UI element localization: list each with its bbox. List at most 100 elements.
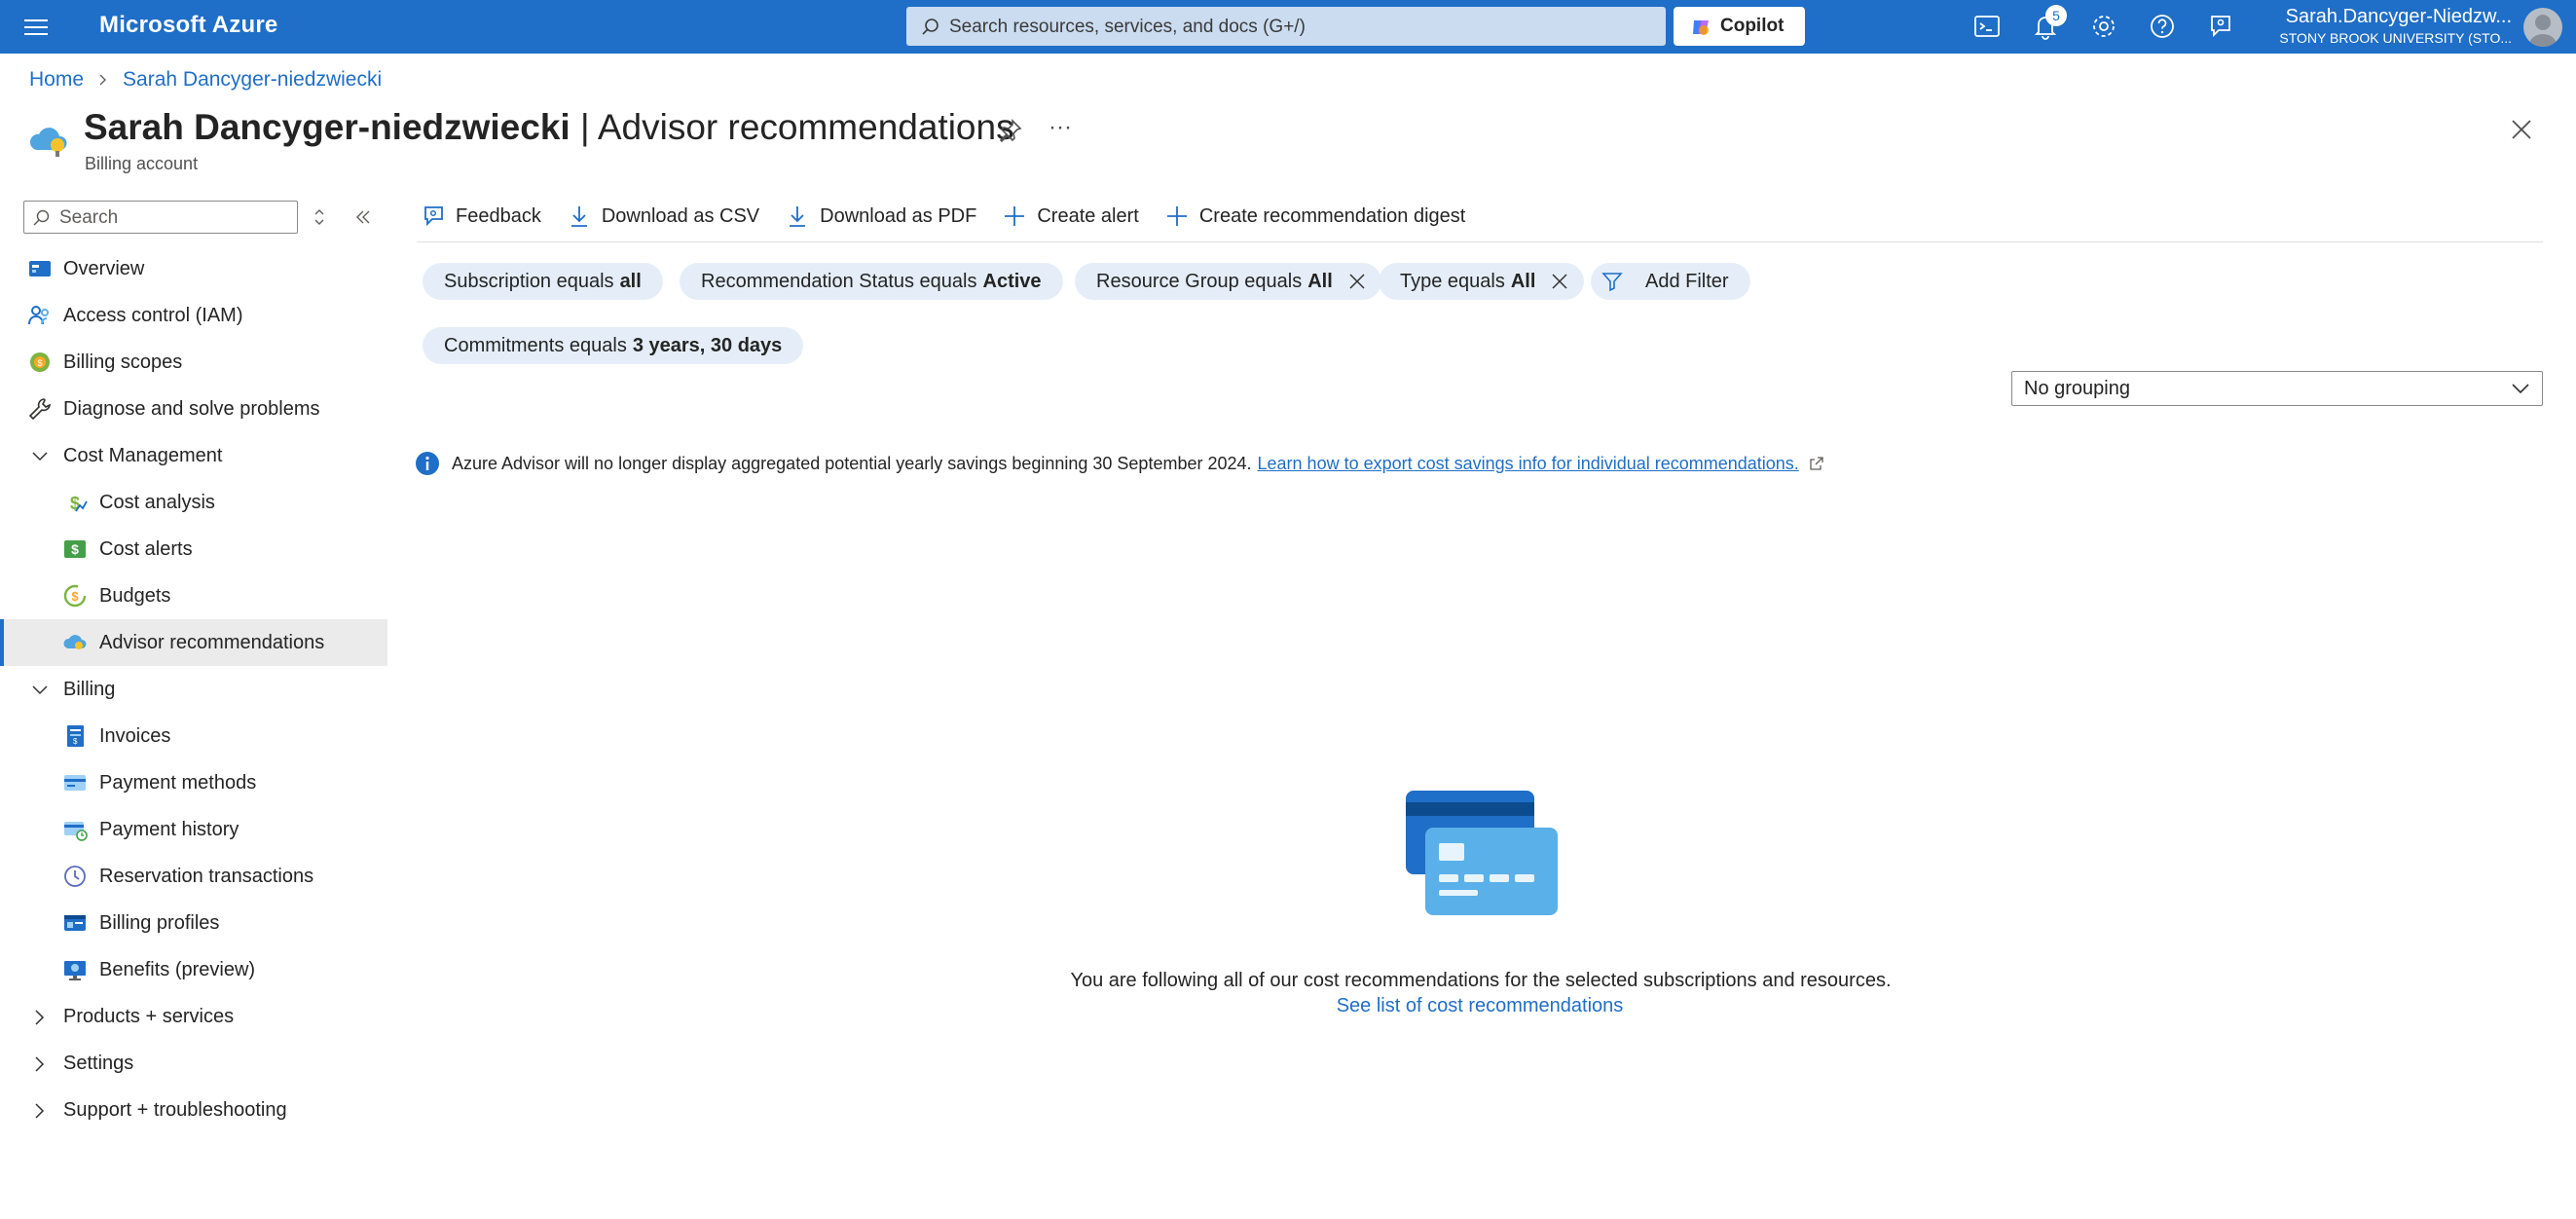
chevron-right-icon [35,1103,45,1119]
hamburger-menu-icon[interactable] [21,13,51,42]
sidebar-item-reservation-transactions[interactable]: Reservation transactions [0,853,387,900]
account-organization[interactable]: STONY BROOK UNIVERSITY (STO... [2279,30,2512,46]
plus-icon [1166,206,1187,226]
sidebar-search-input[interactable]: Search [23,201,298,234]
feedback-person-icon[interactable] [2206,12,2235,41]
page-subtitle: Billing account [85,154,199,173]
sidebar-item-diagnose[interactable]: Diagnose and solve problems [0,386,387,432]
sidebar-item-access-control[interactable]: Access control (IAM) [0,292,387,339]
copilot-button[interactable]: Copilot [1674,7,1805,46]
filter-resource-group[interactable]: Resource Group equals All [1075,263,1381,300]
toolbar-divider [417,241,2543,242]
sidebar-item-payment-methods[interactable]: Payment methods [0,759,387,806]
filter-label: Recommendation Status equals [701,270,977,292]
expand-collapse-icon[interactable] [310,206,329,228]
clock-icon [64,866,86,887]
filter-type[interactable]: Type equals All [1379,263,1585,300]
create-alert-label: Create alert [1037,204,1139,227]
sidebar-item-cost-alerts[interactable]: $ Cost alerts [0,526,387,573]
close-icon[interactable] [2507,115,2536,144]
svg-text:$: $ [73,737,78,746]
grouping-dropdown[interactable]: No grouping [2011,371,2543,406]
global-search-input[interactable]: Search resources, services, and docs (G+… [906,7,1666,46]
more-options-icon[interactable]: ··· [1046,116,1075,144]
user-avatar-icon [2529,15,2557,47]
budgets-icon: $ [63,584,87,608]
sidebar-item-label: Support + troubleshooting [63,1098,287,1121]
export-savings-link[interactable]: Learn how to export cost savings info fo… [1258,454,1799,474]
sidebar-item-advisor-recommendations[interactable]: Advisor recommendations [0,619,387,666]
feedback-icon [424,206,443,227]
filter-value: all [619,270,642,292]
chevron-down-icon [2512,384,2529,394]
see-cost-recommendations-link[interactable]: See list of cost recommendations [0,995,2576,1017]
cloud-shell-icon[interactable] [1972,12,2002,41]
info-banner: Azure Advisor will no longer display agg… [415,451,1824,476]
download-icon [790,206,806,227]
filter-label: Commitments equals [444,334,627,356]
account-name[interactable]: Sarah.Dancyger-Niedzw... [2286,6,2512,28]
page-title-section: Advisor recommendations [597,107,1014,147]
cost-analysis-icon: $ [70,494,88,513]
sidebar-group-settings[interactable]: Settings [0,1040,387,1087]
create-digest-button[interactable]: Create recommendation digest [1164,203,1465,229]
sidebar-item-label: Budgets [99,584,171,607]
sidebar-item-label: Billing profiles [99,911,220,934]
svg-text:$: $ [71,589,79,604]
sidebar-item-payment-history[interactable]: Payment history [0,806,387,853]
sidebar-item-billing-scopes[interactable]: $ Billing scopes [0,339,387,386]
avatar[interactable] [2523,8,2562,47]
filter-commitments[interactable]: Commitments equals 3 years, 30 days [423,327,804,364]
invoice-icon: $ [67,725,84,747]
sidebar-item-label: Cost alerts [99,537,193,560]
add-filter-button[interactable]: Add Filter [1591,263,1750,300]
sidebar-item-cost-analysis[interactable]: $ Cost analysis [0,479,387,526]
download-csv-button[interactable]: Download as CSV [567,203,759,229]
copilot-label: Copilot [1720,16,1785,36]
chevron-down-icon [32,685,48,695]
sidebar-item-label: Advisor recommendations [99,631,325,653]
breadcrumb-home[interactable]: Home [29,68,84,92]
credit-cards-illustration-icon [1406,791,1558,915]
page-title-account: Sarah Dancyger-niedzwiecki [84,107,570,147]
breadcrumb-account[interactable]: Sarah Dancyger-niedzwiecki [123,68,382,92]
sidebar-group-support[interactable]: Support + troubleshooting [0,1087,387,1133]
sidebar-item-invoices[interactable]: $ Invoices [0,713,387,759]
remove-filter-icon[interactable] [1348,273,1366,290]
remove-filter-icon[interactable] [1551,273,1568,290]
sidebar-item-label: Cost analysis [99,491,215,513]
sidebar-group-cost-management[interactable]: Cost Management [0,432,387,479]
feedback-button[interactable]: Feedback [421,203,541,229]
filter-value: Active [982,270,1042,292]
settings-gear-icon[interactable] [2089,12,2118,41]
filter-label: Type equals [1400,270,1505,292]
create-alert-button[interactable]: Create alert [1002,203,1139,229]
filter-value: 3 years, 30 days [632,334,783,356]
sidebar-item-label: Diagnose and solve problems [63,397,320,420]
sidebar-item-overview[interactable]: Overview [0,245,387,292]
chevron-right-icon [35,1056,45,1072]
download-pdf-button[interactable]: Download as PDF [785,203,976,229]
filter-label: Resource Group equals [1096,270,1303,292]
filter-recommendation-status[interactable]: Recommendation Status equals Active [680,263,1063,300]
download-pdf-label: Download as PDF [820,204,977,227]
sidebar-item-label: Billing scopes [63,351,183,373]
sidebar-item-label: Payment methods [99,771,257,794]
brand-title[interactable]: Microsoft Azure [99,12,277,39]
sidebar-item-budgets[interactable]: $ Budgets [0,573,387,619]
advisor-cloud-icon [63,635,87,649]
svg-text:$: $ [70,494,80,513]
cost-alerts-icon: $ [64,540,86,558]
billing-profile-icon [64,915,86,931]
create-digest-label: Create recommendation digest [1198,204,1466,227]
info-icon [416,452,439,475]
pin-icon[interactable] [997,117,1024,144]
filter-label: Subscription equals [444,270,614,292]
sidebar-group-billing[interactable]: Billing [0,666,387,713]
download-icon [570,206,587,227]
filter-subscription[interactable]: Subscription equals all [423,263,663,300]
help-icon[interactable] [2148,12,2177,41]
collapse-sidebar-icon[interactable] [352,206,374,228]
command-bar: Feedback Download as CSV Download as PDF… [421,199,1490,234]
sidebar-item-billing-profiles[interactable]: Billing profiles [0,900,387,946]
